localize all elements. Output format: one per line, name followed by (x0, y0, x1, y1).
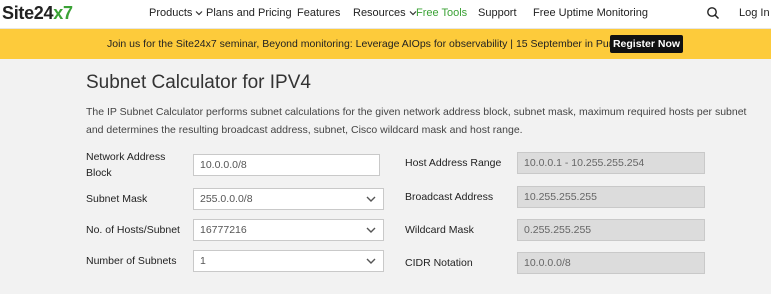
logo-text-site24: Site24 (2, 3, 54, 23)
hosts-per-subnet-select[interactable]: 16777216 (193, 219, 384, 241)
chevron-down-icon (366, 258, 376, 264)
nav-plans-pricing[interactable]: Plans and Pricing (206, 7, 292, 19)
nav-resources-label: Resources (353, 7, 406, 19)
nav-free-monitoring-label: Free Uptime Monitoring (533, 7, 648, 19)
nav-support[interactable]: Support (478, 7, 517, 19)
number-of-subnets-value: 1 (200, 255, 206, 267)
cidr-notation-output: 10.0.0.0/8 (517, 252, 705, 274)
nav-features-label: Features (297, 7, 341, 19)
hosts-per-subnet-value: 16777216 (200, 224, 247, 236)
banner-text: Join us for the Site24x7 seminar, Beyond… (107, 38, 621, 50)
broadcast-address-label: Broadcast Address (405, 191, 494, 203)
page-title: Subnet Calculator for IPV4 (86, 72, 311, 93)
chevron-down-icon (366, 227, 376, 233)
subnet-mask-value: 255.0.0.0/8 (200, 193, 253, 205)
nav-free-tools-label: Free Tools (416, 7, 468, 19)
host-address-range-output: 10.0.0.1 - 10.255.255.254 (517, 152, 705, 174)
nav-products-label: Products (149, 7, 193, 19)
site24x7-logo[interactable]: Site24x7 (2, 3, 73, 24)
register-now-button[interactable]: Register Now (610, 35, 683, 53)
number-of-subnets-label: Number of Subnets (86, 255, 177, 267)
subnet-mask-select[interactable]: 255.0.0.0/8 (193, 188, 384, 210)
nav-free-tools[interactable]: Free Tools (416, 7, 467, 19)
broadcast-address-output: 10.255.255.255 (517, 186, 705, 208)
search-icon (707, 7, 720, 20)
wildcard-mask-label: Wildcard Mask (405, 224, 474, 236)
network-address-label: Network Address Block (86, 151, 166, 179)
nav-resources[interactable]: Resources (353, 7, 417, 19)
seminar-banner: Join us for the Site24x7 seminar, Beyond… (0, 29, 771, 59)
nav-features[interactable]: Features (297, 7, 340, 19)
chevron-down-icon (195, 9, 203, 17)
nav-products[interactable]: Products (149, 7, 203, 19)
wildcard-mask-output: 0.255.255.255 (517, 219, 705, 241)
nav-support-label: Support (478, 7, 517, 19)
hosts-per-subnet-label: No. of Hosts/Subnet (86, 224, 180, 236)
subnet-mask-label: Subnet Mask (86, 193, 148, 205)
login-link[interactable]: Log In (739, 7, 770, 19)
network-address-input[interactable] (193, 154, 380, 176)
host-address-range-label: Host Address Range (405, 157, 502, 169)
top-navigation: Site24x7 Products Plans and Pricing Feat… (0, 0, 771, 29)
logo-text-x7: x7 (53, 3, 73, 23)
chevron-down-icon (366, 196, 376, 202)
cidr-notation-label: CIDR Notation (405, 257, 473, 269)
number-of-subnets-select[interactable]: 1 (193, 250, 384, 272)
nav-plans-label: Plans and Pricing (206, 7, 292, 19)
search-button[interactable] (706, 6, 720, 20)
page-description: The IP Subnet Calculator performs subnet… (86, 106, 747, 136)
nav-free-uptime-monitoring[interactable]: Free Uptime Monitoring (533, 7, 648, 19)
